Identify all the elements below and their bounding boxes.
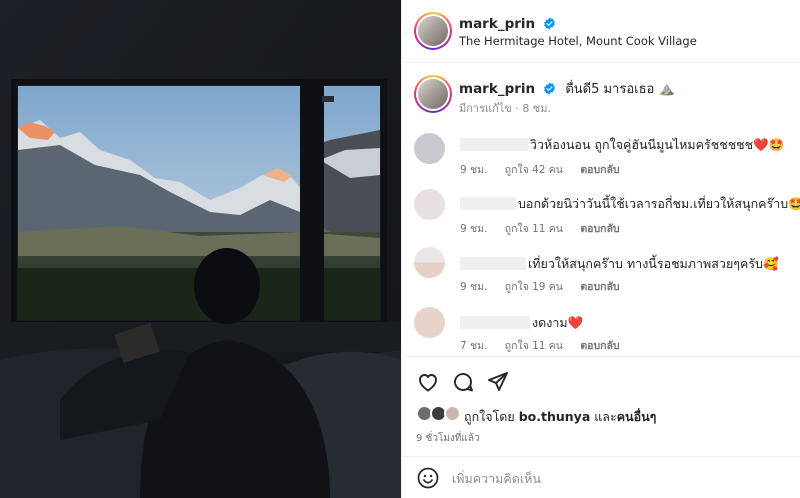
- comment-reply-button[interactable]: ตอบกลับ: [580, 281, 619, 293]
- comment-item: วิวห้องนอน ถูกใจคู่ฮันนีมูนไหมครัชชชชช❤️…: [402, 127, 800, 187]
- comment-reply-button[interactable]: ตอบกลับ: [580, 164, 619, 176]
- comment-username-redacted: [460, 197, 516, 210]
- post-time-ago[interactable]: 9 ชั่วโมงที่แล้ว: [416, 431, 480, 446]
- comment-text: วิวห้องนอน ถูกใจคู่ฮันนีมูนไหมครัชชชชช❤️…: [530, 137, 785, 152]
- comment-avatar[interactable]: [414, 189, 445, 220]
- post-details-panel: mark_prin The Hermitage Hotel, Mount Coo…: [401, 0, 800, 498]
- paper-plane-icon[interactable]: [486, 370, 510, 394]
- comment-item: งดงาม❤️ 7 ชม. ถูกใจ 11 คน ตอบกลับ: [402, 303, 800, 363]
- likes-user[interactable]: bo.thunya: [519, 409, 591, 424]
- comment-time[interactable]: 9 ชม.: [460, 223, 487, 235]
- comment-meta: 9 ชม. ถูกใจ 19 คน ตอบกลับ: [460, 278, 634, 295]
- likes-prefix: ถูกใจโดย: [464, 409, 515, 424]
- caption-line: mark_prin ตื่นดี5 มารอเธอ ⛰️: [459, 78, 675, 99]
- comment-likes[interactable]: ถูกใจ 42 คน: [505, 164, 563, 176]
- comment-avatar[interactable]: [414, 133, 445, 164]
- comment-username-redacted: [460, 138, 528, 151]
- post-location[interactable]: The Hermitage Hotel, Mount Cook Village: [459, 34, 697, 48]
- comment-text: เที่ยวให้สนุกคร๊าบ ทางนี้รอชมภาพสวยๆครับ…: [528, 256, 779, 271]
- comment-meta: 9 ชม. ถูกใจ 11 คน ตอบกลับ: [460, 220, 634, 237]
- comment-likes[interactable]: ถูกใจ 11 คน: [505, 223, 563, 235]
- post-caption: mark_prin ตื่นดี5 มารอเธอ ⛰️ มีการแก้ไข …: [402, 63, 800, 125]
- comment-time[interactable]: 7 ชม.: [460, 340, 487, 352]
- likes-others[interactable]: คนอื่นๆ: [617, 409, 657, 424]
- comment-time[interactable]: 9 ชม.: [460, 281, 487, 293]
- liker-avatar[interactable]: [444, 405, 461, 422]
- verified-badge-icon: [543, 80, 556, 99]
- caption-time[interactable]: 8 ชม.: [522, 102, 551, 115]
- author-username[interactable]: mark_prin: [459, 16, 535, 32]
- add-comment-input[interactable]: [452, 467, 772, 489]
- caption-meta: มีการแก้ไข · 8 ชม.: [459, 102, 552, 115]
- post-photo[interactable]: [0, 0, 401, 498]
- author-username-row: mark_prin: [459, 13, 556, 34]
- author-avatar[interactable]: [414, 12, 452, 50]
- comment-avatar[interactable]: [414, 247, 445, 278]
- likes-summary[interactable]: ถูกใจโดย bo.thunya และคนอื่นๆ: [416, 405, 796, 425]
- comment-item: เที่ยวให้สนุกคร๊าบ ทางนี้รอชมภาพสวยๆครับ…: [402, 243, 800, 303]
- smiley-icon[interactable]: [416, 466, 440, 490]
- comment-meta: 9 ชม. ถูกใจ 42 คน ตอบกลับ: [460, 161, 634, 178]
- comment-text: งดงาม❤️: [532, 315, 584, 330]
- comment-bubble-icon[interactable]: [451, 370, 475, 394]
- comment-likes[interactable]: ถูกใจ 19 คน: [505, 281, 563, 293]
- comment-username-redacted: [460, 257, 526, 270]
- caption-username[interactable]: mark_prin: [459, 81, 535, 97]
- comment-reply-button[interactable]: ตอบกลับ: [580, 340, 619, 352]
- caption-avatar[interactable]: [414, 75, 452, 113]
- comment-avatar[interactable]: [414, 307, 445, 338]
- heart-icon[interactable]: [416, 370, 440, 394]
- add-comment-bar: [402, 456, 800, 498]
- comment-likes[interactable]: ถูกใจ 11 คน: [505, 340, 563, 352]
- bedroom-mountain-view-image: [0, 0, 401, 498]
- comment-meta: 7 ชม. ถูกใจ 11 คน ตอบกลับ: [460, 337, 634, 354]
- edited-label: มีการแก้ไข: [459, 102, 512, 115]
- likes-text: ถูกใจโดย bo.thunya และคนอื่นๆ: [464, 407, 656, 427]
- comment-item: บอกด้วยนิว่าวันนี้ใช้เวลารอกี่ชม.เที่ยวใ…: [402, 183, 800, 243]
- likes-and: และ: [594, 409, 617, 424]
- comment-username-redacted: [460, 316, 530, 329]
- verified-badge-icon: [543, 15, 556, 34]
- comment-time[interactable]: 9 ชม.: [460, 164, 487, 176]
- comment-text: บอกด้วยนิว่าวันนี้ใช้เวลารอกี่ชม.เที่ยวใ…: [518, 196, 800, 211]
- post-action-bar: [402, 356, 800, 404]
- post-header: mark_prin The Hermitage Hotel, Mount Coo…: [402, 0, 800, 63]
- comment-reply-button[interactable]: ตอบกลับ: [580, 223, 619, 235]
- caption-text: ตื่นดี5 มารอเธอ ⛰️: [565, 82, 675, 97]
